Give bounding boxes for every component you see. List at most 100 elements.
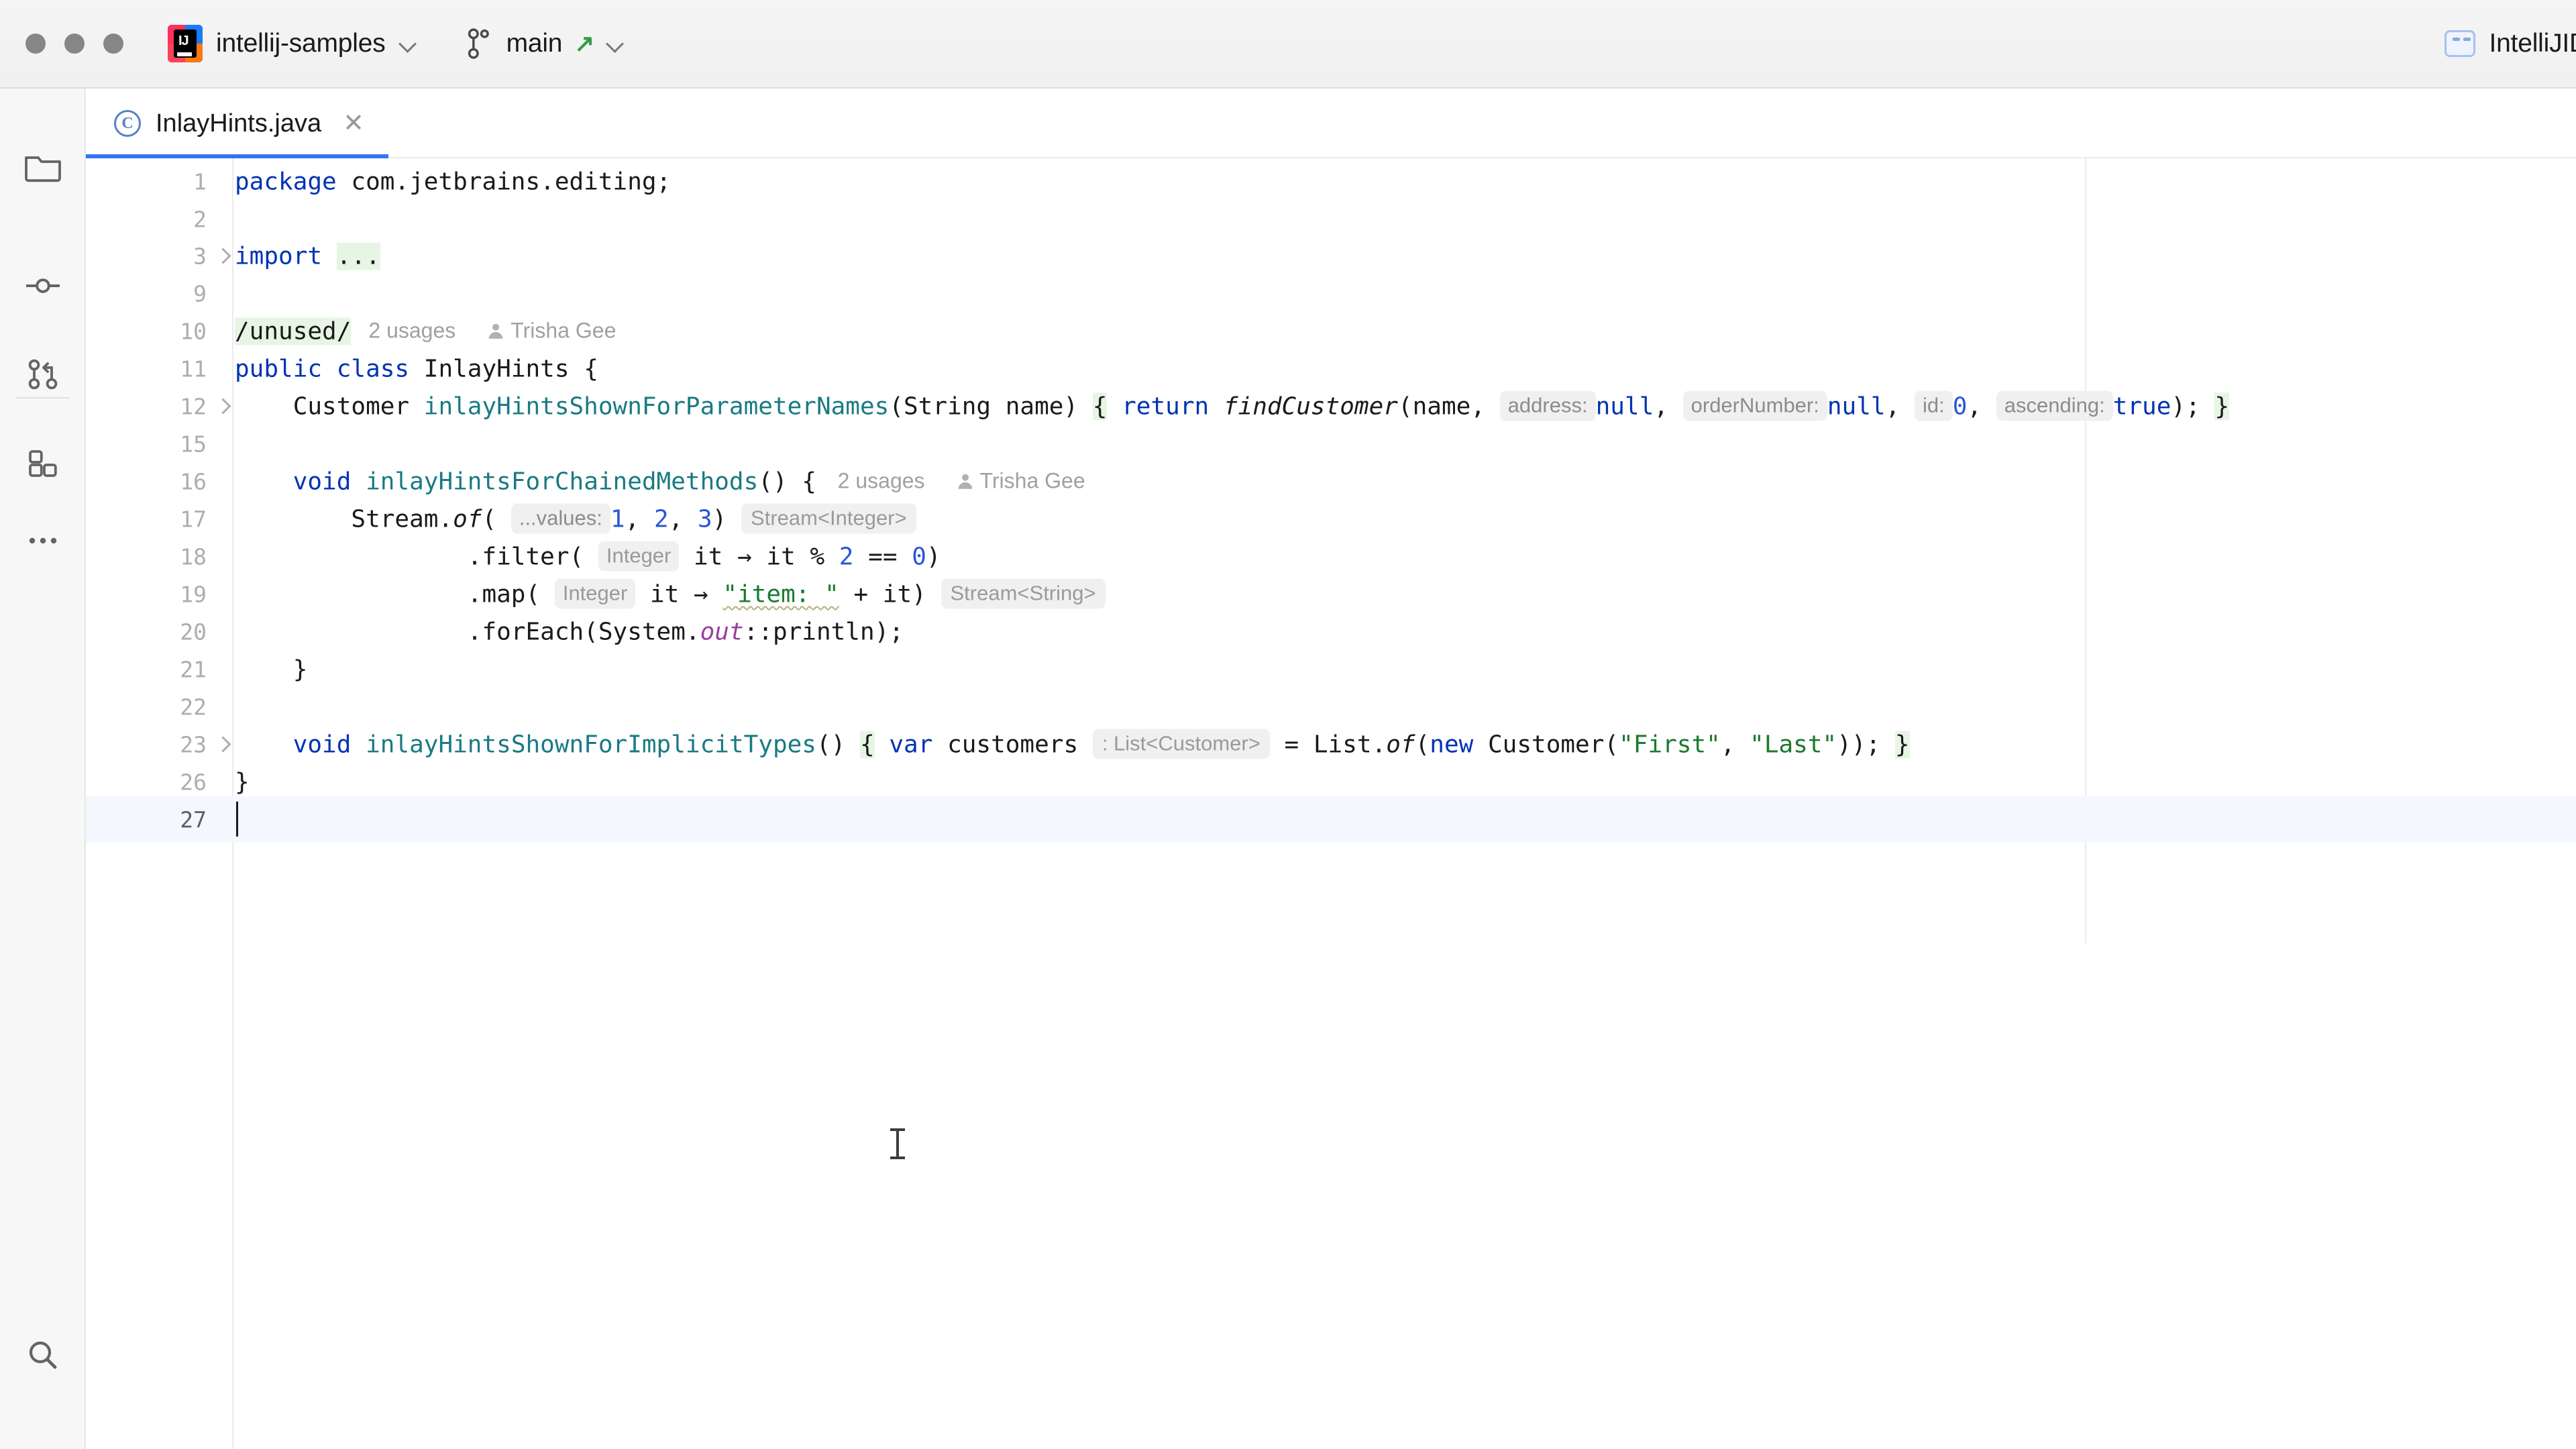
lambda-type-hint-integer[interactable]: Integer — [555, 578, 636, 608]
folded-body-brace[interactable]: { — [860, 731, 875, 758]
line-number: 10 — [86, 318, 207, 344]
line-number: 22 — [86, 694, 207, 720]
author-label[interactable]: Trisha Gee — [957, 468, 1085, 492]
token-keyword: void — [293, 731, 352, 758]
parameter-hint-id[interactable]: id: — [1915, 390, 1953, 421]
branch-selector[interactable]: main ↗ — [465, 26, 625, 61]
parameter-hint-values[interactable]: ...values: — [511, 503, 610, 533]
token-keyword: class — [337, 355, 409, 382]
token-text: () { — [758, 468, 830, 495]
token-keyword: return — [1107, 392, 1223, 420]
token-text: InlayHints { — [409, 355, 598, 382]
person-icon — [488, 322, 504, 339]
line-content: .forEach(System.out::println); — [235, 618, 904, 645]
fold-expand-icon[interactable] — [213, 736, 231, 753]
token-keyword: null — [1827, 392, 1886, 420]
project-name: intellij-samples — [216, 29, 386, 58]
minimize-window-button[interactable] — [64, 34, 85, 54]
token-text: (String name) — [889, 392, 1092, 420]
parameter-hint-ascending[interactable]: ascending: — [1996, 390, 2113, 421]
token-method: inlayHintsForChainedMethods — [351, 468, 758, 495]
parameter-hint-ordernumber[interactable]: orderNumber: — [1683, 390, 1827, 421]
token-string: "First" — [1619, 731, 1721, 758]
token-text: .forEach(System. — [235, 618, 700, 645]
token-text: } — [235, 655, 307, 683]
line-content: void inlayHintsForChainedMethods() { 2 u… — [235, 468, 1085, 495]
chevron-down-icon[interactable] — [399, 35, 417, 52]
token-text: , — [669, 505, 698, 533]
chained-type-hint-stream-string[interactable]: Stream<String> — [941, 578, 1106, 608]
lambda-type-hint-integer[interactable]: Integer — [598, 541, 680, 571]
folded-body-brace-close[interactable]: } — [1895, 731, 1910, 758]
line-content: import ... — [235, 242, 380, 270]
token-text: )); — [1837, 731, 1895, 758]
folded-body-brace[interactable]: { — [1093, 392, 1108, 420]
author-name: Trisha Gee — [980, 468, 1085, 492]
line-content: .filter( Integer it → it % 2 == 0) — [235, 543, 941, 570]
line-number: 1 — [86, 168, 207, 195]
unused-annotation[interactable]: /unused/ — [235, 317, 351, 345]
sidebar-item-more[interactable] — [0, 502, 86, 580]
sidebar-item-project[interactable] — [0, 129, 86, 207]
line-number: 27 — [86, 806, 207, 833]
line-number: 23 — [86, 731, 207, 757]
chevron-down-icon[interactable] — [606, 35, 624, 52]
commit-icon — [23, 270, 62, 302]
fold-expand-icon[interactable] — [213, 398, 231, 415]
sidebar-item-search[interactable] — [0, 1316, 86, 1394]
folder-icon — [23, 152, 62, 184]
sidebar-item-commit[interactable] — [0, 247, 86, 325]
token-text: , — [1654, 392, 1682, 420]
close-icon[interactable]: ✕ — [343, 111, 364, 136]
token-static-field: out — [700, 618, 744, 645]
tab-inlayhints-java[interactable]: C InlayHints.java ✕ — [86, 89, 388, 158]
search-icon — [25, 1338, 60, 1373]
line-number: 16 — [86, 468, 207, 494]
line-content: } — [235, 768, 250, 796]
token-text: () — [816, 731, 860, 758]
person-icon — [957, 472, 973, 490]
sidebar-item-pull-requests[interactable] — [0, 335, 86, 413]
token-text: it → — [635, 580, 722, 608]
token-text: } — [235, 768, 250, 796]
title-bar: IJ intellij-samples main ↗ IntelliJID — [0, 0, 2576, 89]
code-editor[interactable]: 1 package com.jetbrains.editing; 2 3 imp… — [86, 158, 2576, 1449]
project-selector[interactable]: IJ intellij-samples — [168, 25, 417, 62]
token-text: customers — [932, 731, 1092, 758]
token-keyword: void — [293, 468, 352, 495]
token-method: inlayHintsShownForParameterNames — [424, 392, 890, 420]
arrow-up-right-icon: ↗ — [574, 32, 594, 56]
maximize-window-button[interactable] — [103, 34, 123, 54]
code-line-current[interactable]: 27 — [86, 796, 2576, 843]
token-keyword: import — [235, 242, 322, 270]
editor-tab-bar: C InlayHints.java ✕ — [86, 89, 2576, 158]
line-content: package com.jetbrains.editing; — [235, 168, 671, 195]
token-text: Customer( — [1473, 731, 1619, 758]
line-number: 11 — [86, 356, 207, 382]
token-text: .map( — [235, 580, 555, 608]
token-number: 0 — [1953, 392, 1968, 420]
author-label[interactable]: Trisha Gee — [488, 318, 616, 342]
author-name: Trisha Gee — [511, 318, 616, 342]
parameter-hint-address[interactable]: address: — [1500, 390, 1596, 421]
hint-label: id: — [1923, 393, 1945, 417]
usages-link[interactable]: 2 usages — [838, 468, 925, 492]
sidebar-item-plugins[interactable] — [0, 424, 86, 502]
folded-body-brace-close[interactable]: } — [2214, 392, 2229, 420]
close-window-button[interactable] — [25, 34, 46, 54]
token-string: "item: " — [722, 580, 839, 608]
token-keyword: package — [235, 168, 337, 195]
token-text: ( — [482, 505, 511, 533]
token-text: com.jetbrains.editing; — [337, 168, 672, 195]
chained-type-hint-stream-integer[interactable]: Stream<Integer> — [741, 503, 916, 533]
folded-imports-placeholder[interactable]: ... — [337, 242, 380, 270]
line-content: public class InlayHints { — [235, 355, 598, 382]
token-text: = List. — [1270, 731, 1386, 758]
hint-label: address: — [1508, 393, 1588, 417]
line-content: } — [235, 655, 307, 683]
fold-expand-icon[interactable] — [213, 248, 231, 265]
token-method: inlayHintsShownForImplicitTypes — [351, 731, 816, 758]
usages-link[interactable]: 2 usages — [368, 318, 455, 342]
implicit-type-hint-list-customer[interactable]: : List<Customer> — [1093, 729, 1270, 759]
line-content: .map( Integer it → "item: " + it) Stream… — [235, 580, 1106, 608]
